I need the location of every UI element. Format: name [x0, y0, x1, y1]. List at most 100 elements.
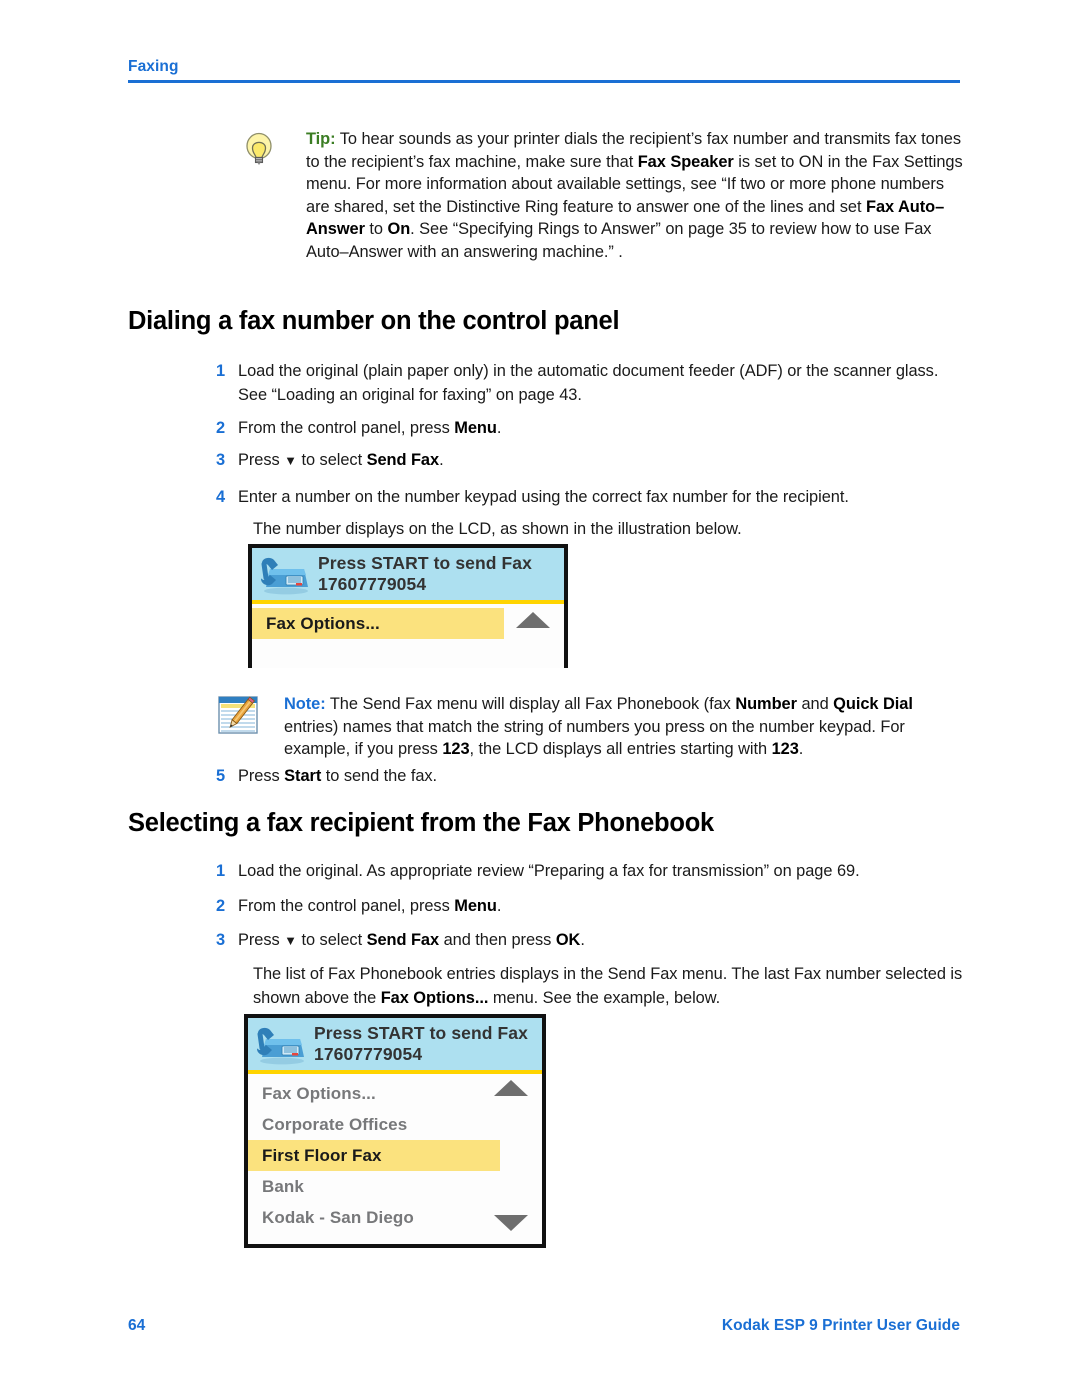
lcd-menu-item-bank[interactable]: Bank [248, 1171, 500, 1202]
step-text: Load the original (plain paper only) in … [238, 360, 968, 407]
step-item: 3 Press ▼ to select Send Fax. [216, 449, 962, 473]
step-text-1: Press [238, 451, 285, 469]
triangle-down-icon[interactable] [494, 1215, 528, 1231]
notepad-pencil-icon [216, 692, 262, 738]
lcd-header-text: Press START to send Fax 17607779054 [318, 553, 560, 595]
running-header-label: Faxing [128, 58, 179, 75]
lightbulb-icon [236, 128, 282, 174]
lcd-menu-item-kodak-san-diego[interactable]: Kodak - San Diego [248, 1202, 500, 1233]
lcd-menu-list: Fax Options... [252, 604, 564, 645]
step-text-4: . [580, 931, 585, 949]
triangle-up-icon[interactable] [494, 1080, 528, 1096]
triangle-up-icon[interactable] [516, 612, 550, 628]
step-bold-1: Start [284, 767, 322, 785]
step-text: Press ▼ to select Send Fax. [238, 449, 962, 473]
note-bold-3: 123 [442, 740, 470, 759]
lcd-menu-item-fax-options[interactable]: Fax Options... [252, 608, 504, 639]
step-item: 3 Press ▼ to select Send Fax and then pr… [216, 929, 962, 953]
paragraph-number-displays: The number displays on the LCD, as shown… [253, 520, 742, 538]
lcd-menu-list: Fax Options... Corporate Offices First F… [248, 1074, 542, 1239]
lcd-menu-item-fax-options[interactable]: Fax Options... [248, 1078, 500, 1109]
note-bold-4: 123 [771, 740, 799, 759]
note-bold-1: Number [735, 695, 797, 713]
lcd-menu-item-corporate-offices[interactable]: Corporate Offices [248, 1109, 500, 1140]
running-header: Faxing [128, 57, 960, 83]
lcd-header: Press START to send Fax 17607779054 [248, 1018, 542, 1074]
tip-bold-1: Fax Speaker [637, 152, 734, 171]
step-number: 3 [216, 931, 226, 949]
tip-text-3: to [364, 220, 388, 239]
step-text-2: . [496, 897, 502, 915]
tip-callout: Tip: To hear sounds as your printer dial… [236, 128, 966, 264]
step-number: 2 [216, 419, 226, 437]
step-item: 1 Load the original (plain paper only) i… [216, 360, 968, 407]
step-text: Load the original. As appropriate review… [238, 860, 968, 884]
step-item: 5 Press Start to send the fax. [216, 765, 962, 789]
tip-label: Tip: [306, 130, 336, 148]
note-text-1: The Send Fax menu will display all Fax P… [325, 695, 736, 713]
step-text: From the control panel, press Menu. [238, 417, 962, 441]
step-text-1: From the control panel, press [238, 897, 455, 915]
page-number: 64 [128, 1317, 146, 1334]
header-divider-rule [128, 80, 960, 83]
lcd-header-text: Press START to send Fax 17607779054 [314, 1023, 538, 1065]
document-page: Faxing Tip: To hear sounds as your print… [0, 0, 1080, 1397]
lcd-header-line-1: Press START to send Fax [318, 553, 532, 573]
step-number: 2 [216, 897, 226, 915]
note-label: Note: [284, 695, 326, 713]
step-text-1: Press [238, 767, 285, 785]
lcd-header-line-2: 17607779054 [318, 574, 427, 594]
note-text-2: and [796, 695, 834, 713]
step-bold-1: Send Fax [366, 931, 440, 949]
paragraph-text-2: menu. See the example, below. [488, 988, 721, 1007]
lcd-header: Press START to send Fax 17607779054 [252, 548, 564, 604]
note-bold-2: Quick Dial [833, 695, 913, 713]
page-footer: 64 Kodak ESP 9 Printer User Guide [128, 1317, 960, 1335]
lcd-illustration-phonebook: Press START to send Fax 17607779054 Fax … [244, 1014, 546, 1248]
step-number: 3 [216, 451, 226, 469]
step-bold-1: Menu [454, 897, 497, 915]
lcd-header-line-2: 17607779054 [314, 1044, 423, 1064]
step-text-3: and then press [439, 931, 556, 949]
step-text-2: to select [296, 931, 367, 949]
step-text-1: Load the original (plain paper only) in … [238, 362, 939, 404]
step-number: 1 [216, 862, 226, 880]
step-text-1: Enter a number on the number keypad usin… [238, 488, 849, 506]
fax-machine-icon [256, 553, 312, 595]
note-text-4: , the LCD displays all entries starting … [469, 740, 772, 759]
paragraph-phonebook-list: The list of Fax Phonebook entries displa… [253, 963, 968, 1010]
fax-machine-icon [252, 1023, 308, 1065]
step-text: Press ▼ to select Send Fax and then pres… [238, 929, 962, 953]
step-text: From the control panel, press Menu. [238, 895, 962, 919]
step-number: 4 [216, 488, 226, 506]
step-text-1: From the control panel, press [238, 419, 455, 437]
paragraph-bold: Fax Options... [380, 988, 489, 1007]
step-item: 2 From the control panel, press Menu. [216, 417, 962, 441]
section-title-dialing: Dialing a fax number on the control pane… [128, 307, 620, 335]
lcd-illustration-dialing: Press START to send Fax 17607779054 Fax … [248, 544, 568, 668]
step-text-2: to select [296, 451, 367, 469]
step-text-3: . [439, 451, 444, 469]
step-text: Enter a number on the number keypad usin… [238, 486, 968, 510]
step-number: 1 [216, 362, 226, 380]
down-arrow-icon: ▼ [284, 453, 297, 468]
step-text-1: Load the original. As appropriate review… [238, 862, 860, 880]
step-text: Press Start to send the fax. [238, 765, 962, 789]
step-item: 1 Load the original. As appropriate revi… [216, 860, 968, 884]
step-text-2: . [496, 419, 502, 437]
tip-text: Tip: To hear sounds as your printer dial… [282, 128, 966, 264]
step-bold-1: Send Fax [366, 451, 440, 469]
guide-title: Kodak ESP 9 Printer User Guide [721, 1317, 960, 1334]
lcd-menu-item-first-floor-fax[interactable]: First Floor Fax [248, 1140, 500, 1171]
step-text-1: Press [238, 931, 285, 949]
step-item: 4 Enter a number on the number keypad us… [216, 486, 968, 510]
down-arrow-icon: ▼ [284, 933, 297, 948]
step-text-2: to send the fax. [321, 767, 438, 785]
lcd-header-line-1: Press START to send Fax [314, 1023, 528, 1043]
note-callout: Note: The Send Fax menu will display all… [216, 692, 964, 761]
note-text-5: . [798, 740, 804, 759]
step-item: 2 From the control panel, press Menu. [216, 895, 962, 919]
step-bold-2: OK [555, 931, 581, 949]
step-bold-1: Menu [454, 419, 497, 437]
step-number: 5 [216, 767, 226, 785]
